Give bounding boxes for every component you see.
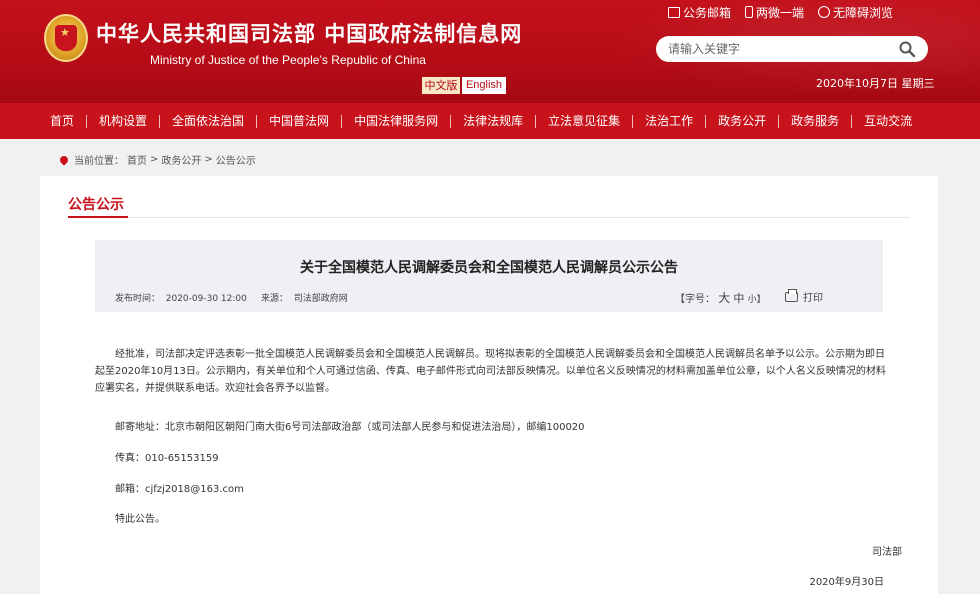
font-size-label: 【字号：	[675, 294, 715, 305]
main-content: 公告公示 关于全国模范人民调解委员会和全国模范人民调解员公示公告 发布时间： 2…	[40, 176, 938, 594]
nav-item-government-services[interactable]: 政务服务	[779, 103, 851, 139]
nav-item-law-database[interactable]: 法律法规库	[451, 103, 535, 139]
site-subtitle: Ministry of Justice of the People’s Repu…	[150, 53, 426, 67]
font-size-medium-button[interactable]: 中	[733, 292, 744, 305]
font-size-large-button[interactable]: 大	[718, 291, 730, 305]
search-input[interactable]	[668, 40, 888, 58]
site-header: ★ 中华人民共和国司法部 中国政府法制信息网 Ministry of Justi…	[0, 0, 980, 103]
mailing-address: 邮寄地址：北京市朝阳区朝阳门南大街6号司法部政治部（或司法部人民参与和促进法治局…	[115, 422, 585, 433]
nav-item-organization[interactable]: 机构设置	[87, 103, 159, 139]
nav-item-legal-services[interactable]: 中国法律服务网	[342, 103, 450, 139]
nav-item-rule-of-law[interactable]: 全面依法治国	[160, 103, 256, 139]
mobile-icon	[745, 6, 754, 18]
article-header: 关于全国模范人民调解委员会和全国模范人民调解员公示公告 发布时间： 2020-0…	[95, 240, 883, 312]
contact-email: 邮箱：cjfzj2018@163.com	[115, 484, 244, 495]
print-button[interactable]: 打印	[785, 288, 823, 304]
publish-time: 发布时间： 2020-09-30 12:00	[115, 294, 247, 304]
breadcrumb-separator: >	[150, 154, 159, 165]
search-box	[656, 36, 928, 62]
section-divider	[68, 217, 910, 218]
search-icon[interactable]	[898, 40, 916, 58]
article-source: 来源： 司法部政府网	[261, 294, 348, 304]
current-date: 2020年10月7日 星期三	[816, 77, 935, 90]
breadcrumb: 当前位置： 首页 > 政务公开 > 公告公示	[58, 152, 256, 167]
signature-date: 2020年9月30日	[809, 577, 884, 588]
lang-chinese-button[interactable]: 中文版	[422, 77, 460, 94]
national-emblem-icon[interactable]: ★	[44, 14, 88, 62]
nav-item-government-affairs[interactable]: 政务公开	[706, 103, 778, 139]
accessibility-link[interactable]: 无障碍浏览	[818, 4, 893, 20]
nav-item-legislation-feedback[interactable]: 立法意见征集	[536, 103, 632, 139]
font-size-small-button[interactable]: 小】	[748, 295, 766, 305]
main-nav: 首页 机构设置 全面依法治国 中国普法网 中国法律服务网 法律法规库 立法意见征…	[0, 103, 980, 139]
breadcrumb-government-affairs[interactable]: 政务公开	[161, 152, 201, 167]
section-title: 公告公示	[68, 197, 124, 213]
weibo-wechat-app-link[interactable]: 两微一端	[745, 4, 804, 20]
official-mail-link[interactable]: 公务邮箱	[668, 4, 731, 20]
nav-item-legal-work[interactable]: 法治工作	[633, 103, 705, 139]
accessibility-icon	[818, 6, 831, 18]
breadcrumb-home[interactable]: 首页	[127, 152, 147, 167]
article-title: 关于全国模范人民调解委员会和全国模范人民调解员公示公告	[300, 260, 678, 276]
closing-line: 特此公告。	[115, 514, 165, 525]
fax-number: 传真：010-65153159	[115, 453, 219, 464]
lang-english-button[interactable]: English	[462, 77, 506, 94]
mail-icon	[668, 6, 680, 18]
nav-item-legal-education[interactable]: 中国普法网	[257, 103, 341, 139]
breadcrumb-announcements[interactable]: 公告公示	[216, 152, 256, 167]
font-size-controls: 【字号： 大 中 小】	[675, 289, 766, 306]
location-pin-icon	[58, 153, 70, 166]
site-title[interactable]: 中华人民共和国司法部 中国政府法制信息网	[96, 18, 522, 48]
top-links: 公务邮箱 两微一端 无障碍浏览	[668, 4, 893, 20]
article-paragraph: 经批准，司法部决定评选表彰一批全国模范人民调解委员会和全国模范人民调解员。现将拟…	[95, 349, 886, 394]
nav-item-interaction[interactable]: 互动交流	[852, 103, 924, 139]
signature: 司法部	[872, 547, 902, 558]
printer-icon	[785, 288, 798, 302]
breadcrumb-label: 当前位置：	[74, 156, 124, 167]
nav-item-home[interactable]: 首页	[38, 103, 86, 139]
section-title-underline	[68, 216, 128, 218]
breadcrumb-separator: >	[204, 154, 213, 165]
